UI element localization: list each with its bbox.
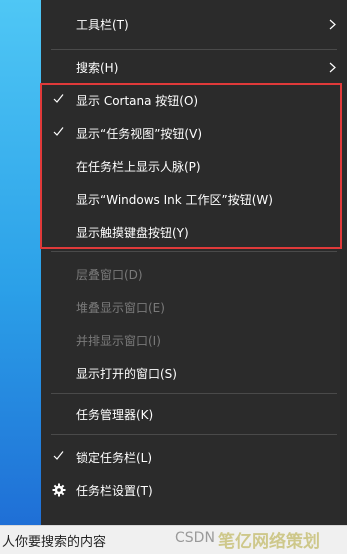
menu-item-cascade-label: 层叠窗口(D)	[76, 268, 143, 282]
menu-item-stacked-label: 堆叠显示窗口(E)	[76, 301, 165, 315]
watermark-logo-text: 笔亿网络策划	[218, 532, 320, 552]
menu-item-task-manager-label: 任务管理器(K)	[76, 408, 154, 422]
menu-item-show-open-windows[interactable]: 显示打开的窗口(S)	[41, 357, 347, 390]
menu-item-show-touch-keyboard[interactable]: 显示触摸键盘按钮(Y)	[41, 216, 347, 249]
screen: 工具栏(T) 搜索(H) 显示 Cortana 按钮(O) 显示“任务视图”按钮…	[0, 0, 347, 554]
desktop-background	[0, 0, 46, 525]
menu-item-task-manager[interactable]: 任务管理器(K)	[41, 398, 347, 431]
menu-item-taskbar-settings-label: 任务栏设置(T)	[76, 484, 153, 498]
menu-item-stacked: 堆叠显示窗口(E)	[41, 291, 347, 324]
menu-item-side-by-side-label: 并排显示窗口(I)	[76, 334, 161, 348]
menu-item-show-cortana-label: 显示 Cortana 按钮(O)	[76, 94, 199, 108]
menu-separator	[51, 434, 337, 435]
taskbar-context-menu: 工具栏(T) 搜索(H) 显示 Cortana 按钮(O) 显示“任务视图”按钮…	[41, 0, 347, 525]
checkmark-icon	[53, 94, 64, 103]
menu-item-show-task-view-label: 显示“任务视图”按钮(V)	[76, 127, 203, 141]
taskbar-search-text[interactable]: 人你要搜索的内容	[2, 531, 106, 550]
menu-item-side-by-side: 并排显示窗口(I)	[41, 324, 347, 357]
menu-item-show-open-windows-label: 显示打开的窗口(S)	[76, 367, 177, 381]
menu-item-lock-taskbar[interactable]: 锁定任务栏(L)	[41, 441, 347, 474]
menu-separator	[51, 49, 337, 50]
menu-item-show-ink[interactable]: 显示“Windows Ink 工作区”按钮(W)	[41, 183, 347, 216]
menu-item-lock-taskbar-label: 锁定任务栏(L)	[76, 451, 153, 465]
chevron-right-icon	[329, 19, 336, 30]
menu-item-search-label: 搜索(H)	[76, 61, 119, 75]
menu-item-show-ink-label: 显示“Windows Ink 工作区”按钮(W)	[76, 193, 273, 207]
menu-separator	[51, 393, 337, 394]
menu-item-toolbar[interactable]: 工具栏(T)	[41, 8, 347, 41]
menu-item-toolbar-label: 工具栏(T)	[76, 18, 129, 32]
checkmark-icon	[53, 451, 64, 460]
menu-item-cascade: 层叠窗口(D)	[41, 258, 347, 291]
checkmark-icon	[53, 127, 64, 136]
watermark-text: CSDN	[175, 530, 215, 546]
chevron-right-icon	[329, 62, 336, 73]
gear-icon	[52, 483, 66, 497]
taskbar: 人你要搜索的内容 CSDN 笔亿网络策划	[0, 525, 347, 554]
menu-item-show-touch-keyboard-label: 显示触摸键盘按钮(Y)	[76, 226, 189, 240]
menu-item-taskbar-settings[interactable]: 任务栏设置(T)	[41, 474, 347, 507]
menu-item-search[interactable]: 搜索(H)	[41, 51, 347, 84]
menu-item-show-cortana[interactable]: 显示 Cortana 按钮(O)	[41, 84, 347, 117]
menu-item-show-people-label: 在任务栏上显示人脉(P)	[76, 160, 201, 174]
menu-item-show-task-view[interactable]: 显示“任务视图”按钮(V)	[41, 117, 347, 150]
menu-item-show-people[interactable]: 在任务栏上显示人脉(P)	[41, 150, 347, 183]
menu-separator	[51, 251, 337, 252]
